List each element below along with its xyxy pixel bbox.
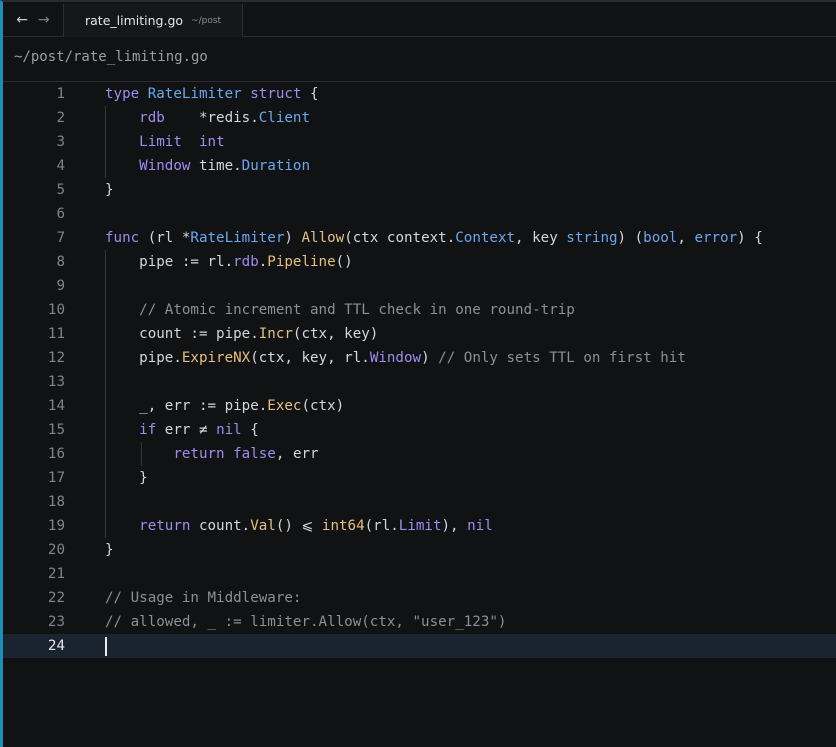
code-text: } — [105, 542, 114, 558]
code-text: count := pipe.Incr(ctx, key) — [105, 326, 379, 342]
code-line[interactable]: 4 Window time.Duration — [3, 154, 836, 178]
code-text: return count.Val() ⩽ int64(rl.Limit), ni… — [139, 518, 493, 534]
code-line[interactable]: 23 // allowed, _ := limiter.Allow(ctx, "u… — [3, 610, 836, 634]
tab-path: ~/post — [191, 15, 222, 26]
code-line[interactable]: 14 _, err := pipe.Exec(ctx) — [3, 394, 836, 418]
code-line[interactable]: 11 count := pipe.Incr(ctx, key) — [3, 322, 836, 346]
line-number: 14 — [47, 398, 65, 414]
code-text: // Atomic increment and TTL check in one… — [139, 302, 575, 318]
line-number: 20 — [47, 542, 65, 558]
code-text: pipe := rl.rdb.Pipeline() — [105, 254, 353, 270]
code-text: _, err := pipe.Exec(ctx) — [105, 398, 345, 414]
code-text: // allowed, _ := limiter.Allow(ctx, "use… — [105, 614, 507, 630]
code-line[interactable]: 21 — [3, 562, 836, 586]
code-line[interactable]: 18 — [3, 490, 836, 514]
line-number: 17 — [47, 470, 65, 486]
code-line[interactable]: 9 — [3, 274, 836, 298]
line-number: 8 — [56, 254, 65, 270]
line-number: 13 — [47, 374, 65, 390]
line-number: 1 — [56, 86, 65, 102]
code-text: } — [105, 182, 114, 198]
code-line[interactable]: 22 // Usage in Middleware: — [3, 586, 836, 610]
code-line[interactable]: 15 if err ≠ nil { — [3, 418, 836, 442]
code-text: Limit int — [139, 134, 225, 150]
line-number: 7 — [56, 230, 65, 246]
code-line[interactable]: 10 // Atomic increment and TTL check in … — [3, 298, 836, 322]
code-line[interactable]: 5} — [3, 178, 836, 202]
line-number: 6 — [56, 206, 65, 222]
code-text: rdb *redis.Client — [139, 110, 311, 126]
tab-rate-limiting[interactable]: rate_limiting.go ~/post — [63, 4, 243, 37]
nav-buttons: ← → — [3, 4, 63, 36]
code-text: } — [105, 470, 148, 486]
line-number: 3 — [56, 134, 65, 150]
back-arrow-icon[interactable]: ← — [16, 12, 28, 28]
line-number: 11 — [47, 326, 65, 342]
code-line[interactable]: 20} — [3, 538, 836, 562]
code-line[interactable]: 6 — [3, 202, 836, 226]
code-text: // Usage in Middleware: — [105, 590, 302, 606]
line-number: 21 — [47, 566, 65, 582]
line-number: 2 — [56, 110, 65, 126]
indent-guide — [105, 490, 106, 514]
code-line[interactable]: 16 return false, err — [3, 442, 836, 466]
code-line[interactable]: 24 — [3, 634, 836, 658]
code-line[interactable]: 7 func (rl *RateLimiter) Allow(ctx contex… — [3, 226, 836, 250]
line-number: 18 — [47, 494, 65, 510]
line-number: 19 — [47, 518, 65, 534]
code-text: pipe.ExpireNX(ctx, key, rl.Window) // On… — [105, 350, 686, 366]
code-text: func (rl *RateLimiter) Allow(ctx context… — [105, 230, 763, 246]
code-line[interactable]: 1 type RateLimiter struct { — [3, 82, 836, 106]
code-editor[interactable]: 1 type RateLimiter struct { 2 rdb *redis.C… — [3, 82, 836, 747]
code-text: type RateLimiter struct { — [105, 86, 319, 102]
code-text: return false, err — [173, 446, 319, 462]
line-number: 9 — [56, 278, 65, 294]
indent-guide — [105, 370, 106, 394]
line-number: 12 — [47, 350, 65, 366]
code-line[interactable]: 3 Limit int — [3, 130, 836, 154]
text-cursor — [105, 637, 107, 656]
code-line[interactable]: 13 — [3, 370, 836, 394]
tab-title: rate_limiting.go — [85, 13, 184, 28]
line-number: 4 — [56, 158, 65, 174]
code-line[interactable]: 17 } — [3, 466, 836, 490]
tab-bar: ← → rate_limiting.go ~/post — [3, 4, 836, 37]
line-number: 5 — [56, 182, 65, 198]
breadcrumb[interactable]: ~/post/rate_limiting.go — [14, 49, 208, 65]
line-number: 23 — [47, 614, 65, 630]
code-line[interactable]: 2 rdb *redis.Client — [3, 106, 836, 130]
line-number: 16 — [47, 446, 65, 462]
code-line[interactable]: 12 pipe.ExpireNX(ctx, key, rl.Window) //… — [3, 346, 836, 370]
line-number: 15 — [47, 422, 65, 438]
forward-arrow-icon[interactable]: → — [38, 12, 50, 28]
line-number: 22 — [47, 590, 65, 606]
code-text: Window time.Duration — [139, 158, 311, 174]
code-line[interactable]: 8 pipe := rl.rdb.Pipeline() — [3, 250, 836, 274]
line-number: 10 — [47, 302, 65, 318]
code-line[interactable]: 19 return count.Val() ⩽ int64(rl.Limit),… — [3, 514, 836, 538]
indent-guide — [105, 274, 106, 298]
code-text: if err ≠ nil { — [139, 422, 259, 438]
line-number: 24 — [47, 638, 65, 654]
